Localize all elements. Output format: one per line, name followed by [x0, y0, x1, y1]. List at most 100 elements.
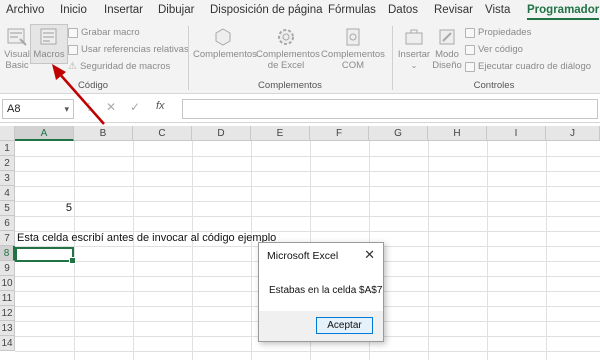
grid-line [15, 216, 600, 217]
group-label-complementos: Complementos [258, 80, 322, 91]
column-header-b[interactable]: B [74, 126, 133, 141]
complementos-label: Complementos [193, 49, 257, 60]
name-box[interactable]: A8 ▾ [2, 99, 74, 119]
run-dialog-icon [465, 61, 475, 72]
column-header-a[interactable]: A [15, 126, 74, 141]
row-header-3[interactable]: 3 [0, 171, 15, 186]
complementos-icon [215, 28, 231, 46]
chevron-down-icon: ▾ [64, 104, 69, 114]
tab-dibujar[interactable]: Dibujar [158, 4, 194, 16]
column-header-i[interactable]: I [487, 126, 546, 141]
cancel-icon[interactable]: ✕ [106, 100, 116, 114]
tab-disposicion-pagina[interactable]: Disposición de página [210, 4, 323, 16]
grid-line [428, 141, 429, 360]
row-header-14[interactable]: 14 [0, 336, 15, 351]
row-header-4[interactable]: 4 [0, 186, 15, 201]
tab-revisar[interactable]: Revisar [434, 4, 473, 16]
message-dialog: Microsoft Excel ✕ Estabas en la celda $A… [258, 242, 384, 342]
formula-input[interactable] [182, 99, 598, 119]
grabar-macro-button[interactable]: Grabar macro [68, 27, 140, 38]
properties-icon [465, 27, 475, 38]
usar-referencias-button[interactable]: Usar referencias relativas [68, 44, 189, 55]
insertar-control-button[interactable]: Insertar ⌄ [396, 26, 432, 71]
warning-icon: ⚠ [68, 61, 77, 72]
relative-references-icon [68, 44, 78, 55]
grid-line [192, 141, 193, 360]
tab-insertar[interactable]: Insertar [104, 4, 143, 16]
macros-icon [40, 28, 57, 45]
dialog-footer: Aceptar [259, 311, 383, 341]
seguridad-macros-label: Seguridad de macros [79, 61, 171, 72]
ejecutar-dialogo-button[interactable]: Ejecutar cuadro de diálogo [465, 61, 591, 72]
row-header-11[interactable]: 11 [0, 291, 15, 306]
tab-archivo[interactable]: Archivo [6, 4, 44, 16]
visual-basic-label: Visual Basic [4, 49, 30, 71]
dialog-message: Estabas en la celda $A$7 [269, 285, 383, 296]
grid-line [487, 141, 488, 360]
record-macro-icon [68, 27, 78, 38]
grid-line [15, 171, 600, 172]
tab-programador[interactable]: Programador [527, 4, 600, 20]
ver-codigo-label: Ver código [478, 44, 523, 55]
menu-tab-bar: Archivo Inicio Insertar Dibujar Disposic… [0, 0, 600, 22]
tab-datos[interactable]: Datos [388, 4, 418, 16]
usar-referencias-label: Usar referencias relativas [81, 44, 189, 55]
selected-cell-a8[interactable] [15, 247, 76, 264]
modo-diseno-label: Modo Diseño [432, 49, 462, 71]
grid-line [15, 201, 600, 202]
row-header-9[interactable]: 9 [0, 261, 15, 276]
row-header-10[interactable]: 10 [0, 276, 15, 291]
formula-bar: A8 ▾ ⋮ ✕ ✓ fx [0, 95, 600, 123]
column-header-f[interactable]: F [310, 126, 369, 141]
modo-diseno-button[interactable]: Modo Diseño [432, 26, 462, 71]
complementos-com-label: Complementos COM [321, 49, 385, 71]
row-header-7[interactable]: 7 [0, 231, 15, 246]
design-mode-icon [439, 29, 455, 45]
close-icon[interactable]: ✕ [364, 247, 375, 263]
tab-formulas[interactable]: Fórmulas [328, 4, 376, 16]
seguridad-macros-button[interactable]: ⚠ Seguridad de macros [68, 61, 170, 72]
complementos-button[interactable]: Complementos [193, 26, 257, 61]
group-separator [188, 26, 189, 90]
grid-line [74, 141, 75, 360]
macros-button[interactable]: Macros [32, 26, 66, 61]
row-header-1[interactable]: 1 [0, 141, 15, 156]
visual-basic-icon [7, 28, 27, 46]
chevron-down-icon: ⌄ [410, 60, 418, 70]
com-addins-icon [346, 28, 360, 46]
enter-icon[interactable]: ✓ [130, 100, 140, 114]
select-all-button[interactable] [0, 126, 15, 141]
aceptar-button[interactable]: Aceptar [316, 317, 373, 334]
ver-codigo-button[interactable]: Ver código [465, 44, 523, 55]
cell-a5[interactable]: 5 [15, 201, 72, 216]
cell-a7[interactable]: Esta celda escribí antes de invocar al c… [17, 231, 276, 246]
complementos-excel-button[interactable]: Complementos de Excel [256, 26, 320, 71]
grid-line [15, 351, 600, 352]
tab-vista[interactable]: Vista [485, 4, 510, 16]
row-header-6[interactable]: 6 [0, 216, 15, 231]
grid-line [546, 141, 547, 360]
row-header-2[interactable]: 2 [0, 156, 15, 171]
row-header-13[interactable]: 13 [0, 321, 15, 336]
drag-handle-icon[interactable]: ⋮ [84, 102, 94, 113]
insert-function-icon[interactable]: fx [156, 100, 165, 112]
tab-inicio[interactable]: Inicio [60, 4, 87, 16]
row-header-8[interactable]: 8 [0, 246, 15, 261]
gear-icon [278, 29, 294, 45]
column-header-c[interactable]: C [133, 126, 192, 141]
group-label-controles: Controles [473, 80, 515, 91]
ejecutar-dialogo-label: Ejecutar cuadro de diálogo [478, 61, 592, 72]
row-header-12[interactable]: 12 [0, 306, 15, 321]
row-header-5[interactable]: 5 [0, 201, 15, 216]
propiedades-button[interactable]: Propiedades [465, 27, 531, 38]
visual-basic-button[interactable]: Visual Basic [2, 26, 32, 71]
column-header-g[interactable]: G [369, 126, 428, 141]
dialog-title: Microsoft Excel [267, 250, 339, 262]
column-header-d[interactable]: D [192, 126, 251, 141]
column-header-e[interactable]: E [251, 126, 310, 141]
column-header-j[interactable]: J [546, 126, 600, 141]
complementos-com-button[interactable]: Complementos COM [320, 26, 386, 71]
macros-label: Macros [33, 49, 65, 60]
column-header-h[interactable]: H [428, 126, 487, 141]
grabar-macro-label: Grabar macro [81, 27, 140, 38]
